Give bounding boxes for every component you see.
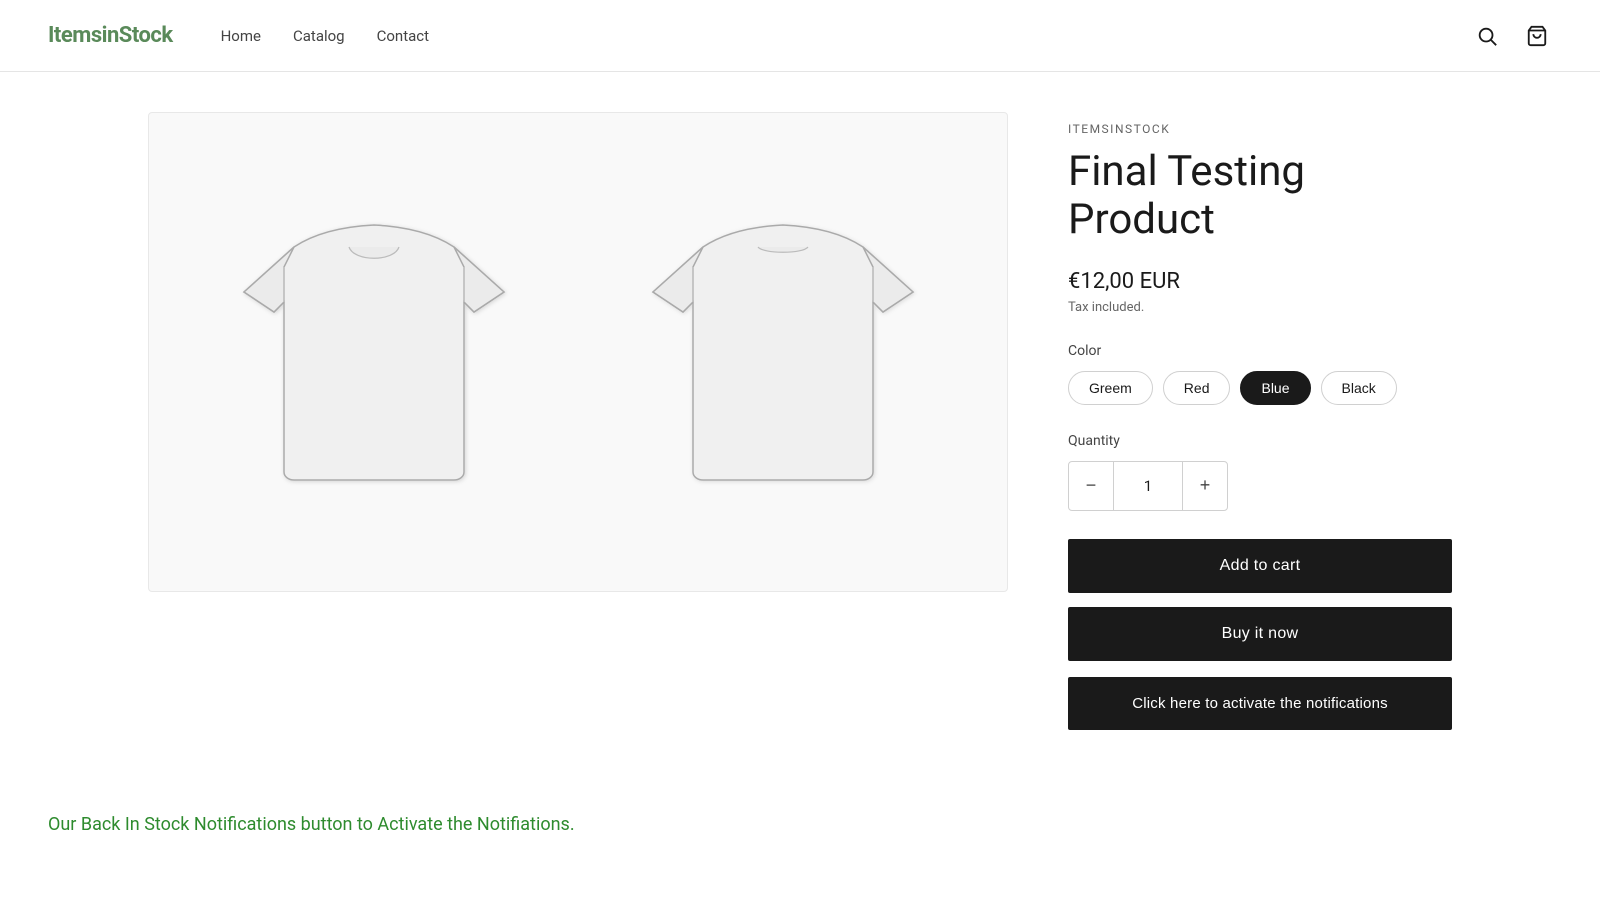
main-nav: Home Catalog Contact <box>221 27 1472 45</box>
cart-button[interactable] <box>1522 21 1552 51</box>
main-content: ITEMSINSTOCK Final Testing Product €12,0… <box>100 72 1500 790</box>
product-title: Final Testing Product <box>1068 148 1452 245</box>
product-price: €12,00 EUR <box>1068 269 1452 294</box>
tshirt-back-svg <box>603 182 963 522</box>
product-info: ITEMSINSTOCK Final Testing Product €12,0… <box>1068 112 1452 730</box>
cart-icon <box>1526 25 1548 47</box>
back-in-stock-text: Our Back In Stock Notifications button t… <box>48 814 575 835</box>
nav-catalog[interactable]: Catalog <box>293 27 345 45</box>
color-label: Color <box>1068 343 1452 359</box>
quantity-decrease[interactable]: − <box>1069 462 1113 510</box>
search-button[interactable] <box>1472 21 1502 51</box>
product-tax: Tax included. <box>1068 300 1452 315</box>
search-icon <box>1476 25 1498 47</box>
quantity-control: − 1 + <box>1068 461 1228 511</box>
color-black[interactable]: Black <box>1321 371 1397 405</box>
logo-text: ItemsinStock <box>48 23 173 48</box>
quantity-value: 1 <box>1113 462 1183 510</box>
nav-contact[interactable]: Contact <box>377 27 429 45</box>
notify-button[interactable]: Click here to activate the notifications <box>1068 677 1452 730</box>
tshirt-front <box>179 182 568 522</box>
tshirt-front-svg <box>194 182 554 522</box>
product-vendor: ITEMSINSTOCK <box>1068 122 1452 136</box>
color-greem[interactable]: Greem <box>1068 371 1153 405</box>
site-logo[interactable]: ItemsinStock <box>48 23 173 48</box>
header: ItemsinStock Home Catalog Contact <box>0 0 1600 72</box>
color-options: Greem Red Blue Black <box>1068 371 1452 405</box>
product-gallery <box>148 112 1008 730</box>
add-to-cart-button[interactable]: Add to cart <box>1068 539 1452 593</box>
buy-now-button[interactable]: Buy it now <box>1068 607 1452 661</box>
quantity-label: Quantity <box>1068 433 1452 449</box>
header-actions <box>1472 21 1552 51</box>
color-red[interactable]: Red <box>1163 371 1231 405</box>
gallery-container <box>148 112 1008 592</box>
color-blue[interactable]: Blue <box>1240 371 1310 405</box>
quantity-increase[interactable]: + <box>1183 462 1227 510</box>
tshirt-back <box>588 182 977 522</box>
bottom-banner: Our Back In Stock Notifications button t… <box>0 790 1600 859</box>
nav-home[interactable]: Home <box>221 27 261 45</box>
